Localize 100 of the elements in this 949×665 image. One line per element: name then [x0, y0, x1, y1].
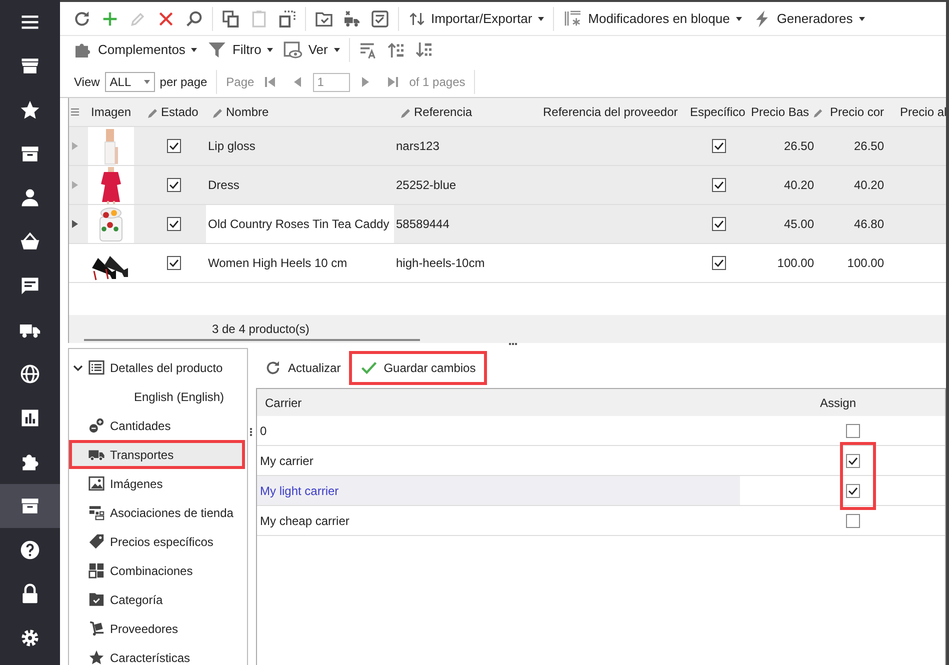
column-header[interactable]: Específico	[686, 98, 751, 126]
tree-icon	[88, 620, 105, 637]
tree-icon	[88, 591, 105, 608]
globe-icon	[19, 363, 41, 385]
settings-icon	[19, 627, 41, 649]
checkbox[interactable]	[712, 139, 726, 153]
column-header[interactable]: Estado	[141, 98, 206, 126]
scrollbar[interactable]	[84, 339, 420, 341]
page-input[interactable]: 1	[313, 72, 350, 92]
tree-item[interactable]: Combinaciones	[69, 556, 245, 585]
column-title: Precio Bas	[751, 105, 810, 119]
menu-button[interactable]: Complementos	[68, 38, 202, 62]
table-cell[interactable]: My light carrier	[257, 476, 740, 505]
refresh-icon	[264, 359, 282, 377]
tree-icon	[88, 562, 105, 579]
table-cell-text: 58589444	[395, 216, 450, 233]
help-icon	[19, 539, 41, 561]
checkbox[interactable]	[846, 454, 860, 468]
menu-button[interactable]: Ver	[278, 38, 345, 62]
row-arrow-icon	[72, 220, 78, 228]
tree-icon	[88, 649, 105, 665]
tree-item[interactable]: Cantidades	[69, 411, 245, 440]
view-icon	[283, 40, 304, 60]
product-row[interactable]: Old Country Roses Tin Tea Caddy 58589444 45.00 46.80	[69, 205, 946, 244]
tree-item[interactable]: Características	[69, 643, 245, 665]
chevron-icon[interactable]	[73, 362, 83, 372]
table-cell-text: 40.20	[852, 178, 885, 192]
table-cell-text: 26.50	[782, 139, 815, 153]
menu-button[interactable]: Importar/Exportar	[403, 6, 550, 30]
menu-button[interactable]: Filtro	[202, 38, 278, 62]
menu-button[interactable]: Modificadores en bloque	[558, 6, 747, 30]
table-cell-text: Lip gloss	[207, 138, 256, 155]
table-cell-text: 46.80	[852, 217, 885, 231]
table-cell[interactable]: 0	[257, 416, 820, 445]
checkbox[interactable]	[712, 256, 726, 270]
column-header[interactable]: Carrier	[257, 389, 820, 416]
table-cell[interactable]: My carrier	[257, 446, 820, 475]
product-row[interactable]: Lip gloss nars123 26.50 26.50	[69, 127, 946, 166]
column-title: Referencia del proveedor	[543, 105, 678, 119]
refresh-button[interactable]: Actualizar	[256, 351, 349, 385]
table-cell-text: 40.20	[782, 178, 815, 192]
table-cell-text: 100.00	[846, 256, 885, 270]
tree-item[interactable]: English (English)	[69, 382, 245, 411]
table-cell-text: Women High Heels 10 cm	[207, 255, 348, 272]
tree-icon	[88, 359, 105, 376]
tree-item[interactable]: Imágenes	[69, 469, 245, 498]
column-header[interactable]: Assign	[820, 389, 945, 416]
column-title: Estado	[161, 105, 198, 119]
tree-icon	[88, 504, 105, 521]
column-header[interactable]: Precio Bas	[751, 98, 826, 126]
per-page-select[interactable]: ALL	[104, 72, 155, 92]
splitter-handle[interactable]	[509, 343, 517, 347]
checkbox[interactable]	[846, 424, 860, 438]
table-cell-text: 45.00	[782, 217, 815, 231]
checkbox[interactable]	[166, 139, 180, 153]
column-header[interactable]: Imagen	[81, 98, 141, 126]
column-menu-icon[interactable]	[71, 108, 79, 116]
column-header[interactable]: Referencia del proveedor	[539, 98, 686, 126]
checkbox[interactable]	[712, 178, 726, 192]
tree-item[interactable]: Proveedores	[69, 614, 245, 643]
per-page-label: per page	[160, 75, 208, 89]
last-page-icon[interactable]	[386, 75, 400, 89]
tree-item[interactable]: Transportes	[69, 440, 245, 469]
checkbox[interactable]	[166, 256, 180, 270]
tree-icon	[88, 533, 105, 550]
save-button[interactable]: Guardar cambios	[348, 351, 487, 385]
column-header[interactable]: Precio al	[896, 98, 946, 126]
splitter-handle[interactable]	[250, 428, 254, 436]
column-header[interactable]: Precio cor	[826, 98, 896, 126]
product-row[interactable]: Dress 25252-blue 40.20 40.20	[69, 166, 946, 205]
row-arrow-icon	[72, 181, 78, 189]
view-label: View	[74, 75, 100, 89]
nav-item[interactable]	[0, 484, 60, 528]
checkbox[interactable]	[846, 514, 860, 528]
product-count: 3 de 4 producto(s)	[212, 322, 310, 336]
page-label: Page	[226, 75, 254, 89]
table-cell-text: Dress	[207, 177, 240, 194]
checkbox[interactable]	[166, 178, 180, 192]
star-icon	[19, 99, 41, 121]
tree-item[interactable]: Detalles del producto	[69, 353, 245, 382]
chart-icon	[19, 407, 41, 429]
column-title: Precio al	[900, 105, 946, 119]
menu-button[interactable]: Generadores	[746, 6, 870, 30]
tree-icon	[88, 417, 105, 434]
tree-item[interactable]: Categoría	[69, 585, 245, 614]
table-cell[interactable]: My cheap carrier	[257, 506, 820, 535]
filter-icon	[207, 40, 228, 60]
checkbox[interactable]	[712, 217, 726, 231]
column-header[interactable]: Referencia	[394, 98, 539, 126]
tree-item[interactable]: Asociaciones de tienda	[69, 498, 245, 527]
first-page-icon[interactable]	[263, 75, 278, 89]
tree-item[interactable]: Precios específicos	[69, 527, 245, 556]
table-cell-text: high-heels-10cm	[395, 255, 486, 272]
checkbox[interactable]	[846, 484, 860, 498]
column-title: Específico	[690, 105, 746, 119]
table-cell-text: 100.00	[776, 256, 815, 270]
tree-icon	[88, 475, 105, 492]
column-header[interactable]: Nombre	[206, 98, 394, 126]
page-count: of 1 pages	[409, 75, 466, 89]
checkbox[interactable]	[166, 217, 180, 231]
